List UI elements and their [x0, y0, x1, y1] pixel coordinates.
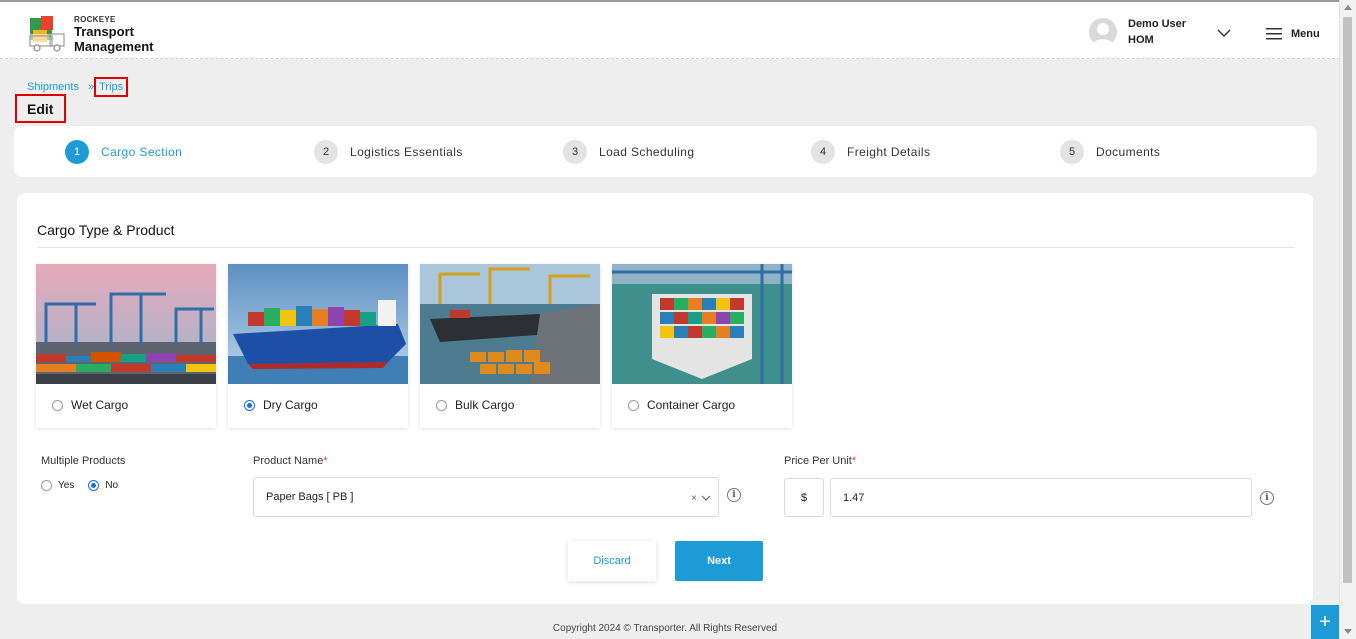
- next-button[interactable]: Next: [675, 541, 763, 581]
- page-scrollbar[interactable]: [1339, 0, 1356, 639]
- cargo-form-card: Cargo Type & Product Wet Cargo Dry Cargo…: [17, 193, 1313, 604]
- step-number: 3: [563, 140, 587, 164]
- cargo-radio-row[interactable]: Dry Cargo: [244, 398, 318, 412]
- container-cargo-ship-image: [612, 264, 792, 384]
- step-number: 5: [1060, 140, 1084, 164]
- product-name-value: Paper Bags [ PB ]: [266, 491, 354, 503]
- dry-cargo-ship-image: [228, 264, 408, 384]
- truck-logo-icon: [29, 16, 65, 52]
- cargo-option-wet[interactable]: Wet Cargo: [36, 264, 216, 428]
- radio-unselected-icon[interactable]: [52, 399, 63, 411]
- breadcrumb-separator-icon: »: [87, 81, 95, 93]
- cargo-option-bulk[interactable]: Bulk Cargo: [420, 264, 600, 428]
- brand-line-1: Transport: [74, 24, 134, 39]
- scroll-up-arrow-icon[interactable]: [1344, 5, 1352, 10]
- step-label: Freight Details: [847, 145, 931, 159]
- menu-button[interactable]: Menu: [1266, 26, 1320, 42]
- breadcrumb-shipments[interactable]: Shipments: [27, 81, 79, 93]
- price-per-unit-input[interactable]: [830, 478, 1252, 517]
- discard-button[interactable]: Discard: [568, 541, 656, 581]
- step-logistics-essentials[interactable]: 2 Logistics Essentials: [314, 140, 463, 164]
- step-label: Load Scheduling: [599, 145, 695, 159]
- brand-line-2: Management: [74, 39, 154, 54]
- step-cargo-section[interactable]: 1 Cargo Section: [65, 140, 182, 164]
- option-label: No: [105, 480, 119, 491]
- info-icon[interactable]: i: [727, 488, 741, 502]
- footer-copyright: Copyright 2024 © Transporter. All Rights…: [552, 623, 778, 634]
- cargo-label: Bulk Cargo: [455, 398, 515, 412]
- option-label: Yes: [58, 480, 75, 491]
- step-label: Logistics Essentials: [350, 145, 463, 159]
- cargo-label: Wet Cargo: [71, 398, 129, 412]
- required-asterisk: *: [851, 455, 857, 467]
- cargo-label: Container Cargo: [647, 398, 736, 412]
- radio-selected-icon[interactable]: [88, 480, 100, 491]
- stepper: 1 Cargo Section 2 Logistics Essentials 3…: [14, 126, 1317, 177]
- chevron-down-icon[interactable]: [701, 494, 711, 502]
- step-documents[interactable]: 5 Documents: [1060, 140, 1160, 164]
- breadcrumb-trips[interactable]: Trips: [94, 77, 129, 97]
- user-name: Demo User: [1128, 18, 1187, 30]
- price-per-unit-label: Price Per Unit*: [784, 455, 856, 467]
- multiple-products-no[interactable]: No: [88, 480, 118, 491]
- user-code: HOM: [1128, 34, 1154, 46]
- step-load-scheduling[interactable]: 3 Load Scheduling: [563, 140, 694, 164]
- cargo-radio-row[interactable]: Bulk Cargo: [436, 398, 514, 412]
- cargo-radio-row[interactable]: Container Cargo: [628, 398, 735, 412]
- section-title: Cargo Type & Product: [37, 222, 175, 238]
- step-number: 4: [811, 140, 835, 164]
- breadcrumb: Shipments » Trips: [27, 77, 129, 97]
- cargo-option-dry[interactable]: Dry Cargo: [228, 264, 408, 428]
- user-silhouette-icon: [1092, 23, 1114, 46]
- cargo-option-container[interactable]: Container Cargo: [612, 264, 792, 428]
- page-title: Edit: [15, 94, 66, 123]
- cargo-label: Dry Cargo: [263, 398, 318, 412]
- scroll-down-arrow-icon[interactable]: [1344, 629, 1352, 634]
- step-number: 2: [314, 140, 338, 164]
- scroll-thumb[interactable]: [1343, 17, 1352, 583]
- field-label-text: Product Name: [253, 455, 324, 467]
- add-fab-button[interactable]: +: [1311, 605, 1339, 639]
- step-label: Documents: [1096, 145, 1161, 159]
- currency-addon: $: [784, 478, 824, 517]
- field-label-text: Price Per Unit: [784, 455, 852, 467]
- required-asterisk: *: [323, 455, 328, 467]
- radio-unselected-icon[interactable]: [41, 480, 52, 491]
- section-divider: [37, 247, 1294, 248]
- hamburger-icon: [1266, 28, 1282, 40]
- radio-unselected-icon[interactable]: [436, 399, 447, 411]
- radio-unselected-icon[interactable]: [628, 399, 639, 411]
- multiple-products-label: Multiple Products: [41, 455, 126, 467]
- product-name-label: Product Name*: [253, 455, 328, 467]
- step-freight-details[interactable]: 4 Freight Details: [811, 140, 930, 164]
- brand-small-text: ROCKEYE: [74, 15, 116, 24]
- top-header: ROCKEYE Transport Management Demo User H…: [0, 0, 1340, 59]
- multiple-products-yes[interactable]: Yes: [41, 480, 74, 491]
- multiple-products-radio-group: Yes No: [41, 480, 132, 491]
- wet-cargo-port-image: [36, 264, 216, 384]
- step-label: Cargo Section: [101, 145, 183, 159]
- info-icon[interactable]: i: [1260, 491, 1274, 505]
- bulk-cargo-dock-image: [420, 264, 600, 384]
- step-number: 1: [65, 140, 89, 164]
- clear-icon[interactable]: ×: [691, 493, 697, 504]
- radio-selected-icon[interactable]: [244, 399, 255, 411]
- user-avatar[interactable]: [1089, 18, 1117, 46]
- cargo-radio-row[interactable]: Wet Cargo: [52, 398, 128, 412]
- menu-label: Menu: [1291, 28, 1320, 40]
- chevron-down-icon[interactable]: [1216, 27, 1232, 39]
- product-name-select[interactable]: Paper Bags [ PB ] ×: [253, 477, 719, 517]
